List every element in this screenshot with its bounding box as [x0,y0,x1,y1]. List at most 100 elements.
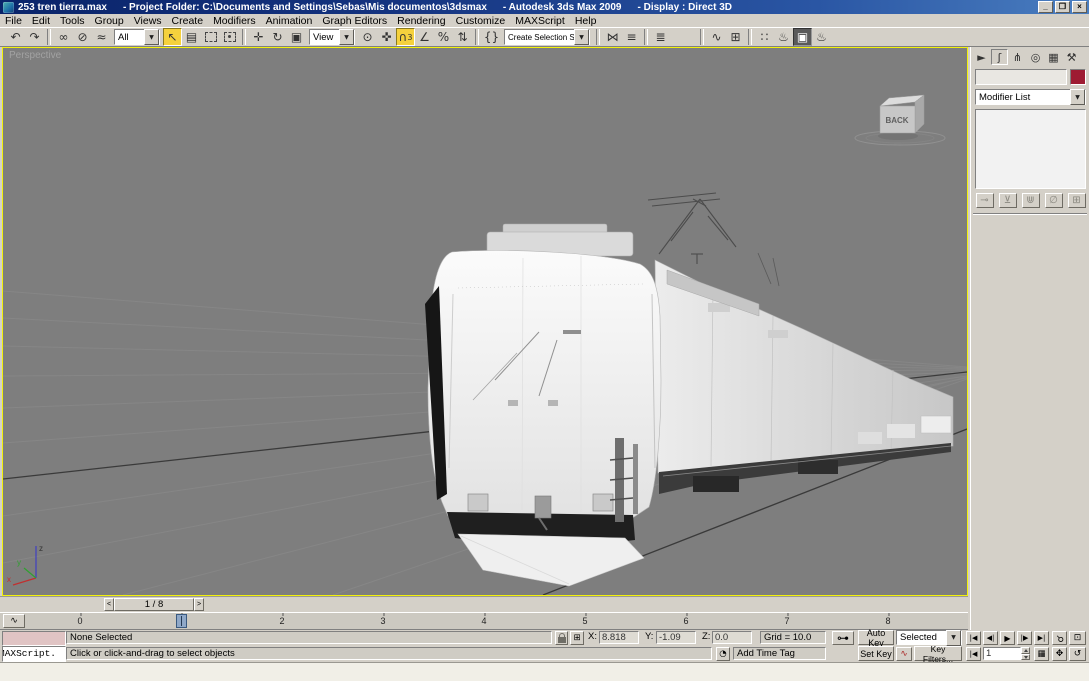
viewcube[interactable]: BACK [855,95,945,145]
z-coord-field[interactable]: 0.0 [712,631,752,644]
curve-editor-icon[interactable]: ∿ [707,28,726,46]
menu-file[interactable]: File [0,15,27,27]
track-bar[interactable]: ∿ 0 1 2 3 4 5 6 7 8 [0,612,968,630]
menu-customize[interactable]: Customize [451,15,511,27]
object-color-swatch[interactable] [1070,69,1086,85]
render-setup-icon[interactable]: ♨ [774,28,793,46]
select-and-scale-icon[interactable]: ▣ [287,28,306,46]
selection-filter-dropdown[interactable]: All ▼ [114,29,160,45]
tab-display-icon[interactable]: ▦ [1045,49,1062,65]
window-crossing-icon[interactable] [220,28,239,46]
maxscript-macro-recorder[interactable] [2,631,66,646]
menu-views[interactable]: Views [129,15,167,27]
go-to-start-icon[interactable]: |◀ [966,631,981,645]
menu-create[interactable]: Create [167,15,209,27]
undo-icon[interactable]: ↶ [6,28,25,46]
reference-coordinate-system-dropdown[interactable]: View ▼ [309,29,355,45]
time-slider-value[interactable]: 1 / 8 [114,598,194,611]
tab-utilities-icon[interactable]: ⚒ [1063,49,1080,65]
modifier-list-dropdown[interactable]: Modifier List ▼ [975,89,1086,105]
tab-motion-icon[interactable]: ◎ [1027,49,1044,65]
next-frame-nub[interactable]: > [194,598,204,611]
time-slider[interactable]: < 1 / 8 > [0,596,968,612]
select-and-rotate-icon[interactable]: ↻ [268,28,287,46]
zoom-icon[interactable]: ⚲ [1052,631,1067,645]
minimize-button[interactable]: _ [1038,1,1053,13]
render-production-icon[interactable]: ♨ [812,28,831,46]
pan-view-icon[interactable]: ✥ [1052,647,1067,661]
menu-group[interactable]: Group [90,15,129,27]
tab-hierarchy-icon[interactable]: ⋔ [1009,49,1026,65]
default-in-out-tangents-icon[interactable]: ∿ [896,647,912,661]
select-and-link-icon[interactable]: ∞ [54,28,73,46]
zoom-extents-icon[interactable]: ⊡ [1069,631,1086,645]
modifier-stack-list[interactable] [975,109,1086,189]
select-object-button[interactable]: ↖ [163,28,182,46]
menu-tools[interactable]: Tools [55,15,90,27]
menu-modifiers[interactable]: Modifiers [208,15,261,27]
use-pivot-center-icon[interactable]: ⊙ [358,28,377,46]
close-button[interactable]: × [1072,1,1087,13]
selection-lock-icon[interactable] [555,631,568,645]
key-filters-button[interactable]: Key Filters... [914,646,962,661]
track-bar-frame-handle[interactable] [176,614,187,628]
redo-icon[interactable]: ↷ [25,28,44,46]
named-selection-sets-icon[interactable]: {} [482,28,501,46]
previous-frame-nub[interactable]: < [104,598,114,611]
absolute-offset-toggle-icon[interactable]: ⊞ [570,631,584,645]
mini-curve-editor-icon[interactable]: ∿ [3,614,25,628]
pin-stack-icon[interactable]: ⊸ [976,193,994,208]
named-selection-set-dropdown[interactable]: Create Selection Set ▼ [504,29,590,45]
rendered-frame-window-icon[interactable]: ▣ [793,28,812,46]
key-mode-toggle-icon[interactable]: |◀ [966,647,981,661]
maxscript-mini-listener[interactable]: MAXScript. [2,646,66,662]
add-time-tag[interactable]: Add Time Tag [733,647,826,660]
perspective-viewport[interactable]: Perspective [2,47,968,596]
y-coord-field[interactable]: -1.09 [656,631,696,644]
play-animation-icon[interactable]: ▶ [1000,631,1015,645]
mirror-icon[interactable]: ⋈ [603,28,622,46]
menu-rendering[interactable]: Rendering [392,15,450,27]
time-tag-icon[interactable]: ◔ [716,647,730,661]
bind-to-space-warp-icon[interactable]: ≈ [92,28,111,46]
current-frame-field[interactable]: 1 [983,647,1021,660]
unlink-selection-icon[interactable]: ⊘ [73,28,92,46]
show-end-result-icon[interactable]: ⊻ [999,193,1017,208]
x-coord-field[interactable]: 8.818 [599,631,639,644]
select-and-manipulate-icon[interactable]: ✜ [377,28,396,46]
arc-rotate-icon[interactable]: ↺ [1069,647,1086,661]
menu-help[interactable]: Help [570,15,602,27]
set-key-button[interactable]: Set Key [858,646,894,661]
tab-modify-icon[interactable]: ʃ [991,49,1008,65]
next-frame-icon[interactable]: |▶ [1017,631,1032,645]
menu-graph-editors[interactable]: Graph Editors [317,15,392,27]
restore-button[interactable]: ❐ [1055,1,1070,13]
align-icon[interactable]: ≡ [622,28,641,46]
chevron-down-icon[interactable]: ▼ [144,29,159,45]
time-configuration-icon[interactable]: ▦ [1034,647,1049,661]
object-name-field[interactable] [975,69,1067,85]
menu-animation[interactable]: Animation [261,15,318,27]
select-and-move-icon[interactable]: ✛ [249,28,268,46]
angle-snap-icon[interactable]: ∠ [415,28,434,46]
viewport-canvas[interactable]: BACK z x y [3,48,967,595]
select-by-name-icon[interactable]: ▤ [182,28,201,46]
frame-spinner[interactable] [1021,647,1030,660]
material-editor-icon[interactable]: ∷ [755,28,774,46]
schematic-view-icon[interactable]: ⊞ [726,28,745,46]
auto-key-button[interactable]: Auto Key [858,630,894,645]
menu-edit[interactable]: Edit [27,15,55,27]
previous-frame-icon[interactable]: ◀| [983,631,998,645]
chevron-down-icon[interactable]: ▼ [1070,89,1085,105]
snaps-toggle-icon[interactable]: ∩3 [396,28,415,46]
tab-create-icon[interactable]: ► [973,49,990,65]
time-slider-handle[interactable]: < 1 / 8 > [104,598,204,611]
menu-maxscript[interactable]: MAXScript [510,15,570,27]
configure-modifier-sets-icon[interactable]: ⊞ [1068,193,1086,208]
make-unique-icon[interactable]: ⋓ [1022,193,1040,208]
viewcube-face-label[interactable]: BACK [885,116,908,125]
chevron-down-icon[interactable]: ▼ [574,29,589,45]
rectangular-selection-region-icon[interactable] [201,28,220,46]
viewport-label[interactable]: Perspective [9,50,61,61]
layer-manager-icon[interactable]: ≣ [651,28,670,46]
